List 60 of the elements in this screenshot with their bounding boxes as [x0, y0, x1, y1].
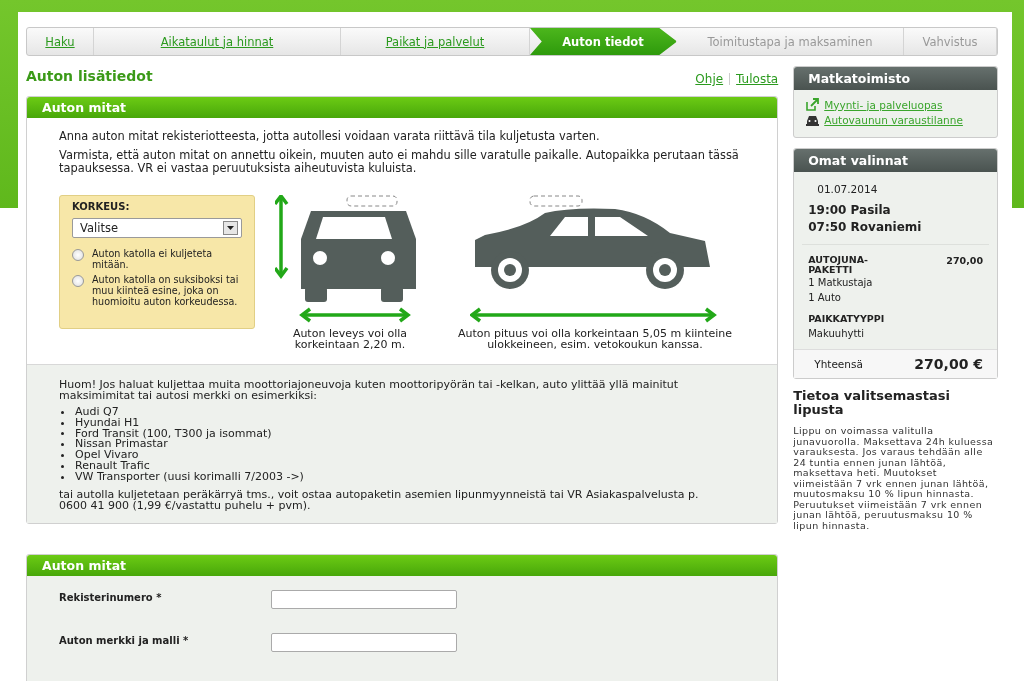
bullet-icon [61, 432, 64, 436]
list-item: Opel Vivaro [75, 450, 139, 461]
link[interactable]: Ohje [695, 72, 724, 86]
total-label: Yhteensä [814, 358, 863, 370]
paragraph: Anna auton mitat rekisteriotteesta, jotta autollesi voidaan varata riittävä tila kuljetusta varten. [59, 130, 601, 143]
paragraph: Varmista, että auton mitat on annettu oikein, muuten auto ei mahdu sille varatulle paikalle. Autopaikka perutaan tässä tapauksessa. VR ei vastaa peruutuksista aiheutuvista kuluista. [59, 149, 739, 175]
section-title: Tietoa valitsemastasi lipusta [793, 389, 951, 417]
section-heading: PAIKKATYYPPI [808, 312, 886, 326]
bullet-icon [61, 421, 64, 425]
list-item: Ford Transit (100, T300 ja isommat) [75, 428, 272, 440]
page-title: Auton lisätiedot [26, 68, 153, 84]
sidebar-title: Matkatoimisto [794, 67, 997, 90]
radio-button[interactable] [72, 249, 84, 261]
link[interactable]: Autovaunun varaustilanne [824, 113, 963, 126]
product-item: 1 Matkustaja [808, 276, 874, 290]
input-field[interactable] [271, 632, 457, 652]
height-dropdown[interactable]: Valitse [72, 218, 242, 238]
field-label: Rekisterinumero * [59, 591, 163, 603]
radio-label: Auton katolla on suksiboksi tai muu kiinteä esine, joka on huomioitu auton korkeudessa. [92, 274, 240, 307]
radio-button[interactable] [72, 275, 84, 287]
bullet-icon [61, 464, 64, 468]
external-link-icon [806, 98, 820, 111]
car-icon [806, 113, 820, 126]
list-item: Renault Trafic [75, 461, 150, 472]
radio-label: Auton katolla ei kuljeteta mitään. [92, 248, 214, 270]
sidebar-title: Omat valinnat [794, 149, 997, 172]
date-text: 01.07.2014 [816, 183, 879, 195]
paragraph: Huom! Jos haluat kuljettaa muita moottoriajoneuvoja kuten moottoripyörän tai -kelkan, auto ylittää yllä mainitut maksimimitat tai autosi merkki on esimerkiksi: [59, 379, 680, 401]
product-item: 1 Auto [808, 291, 842, 305]
bullet-icon [61, 443, 64, 447]
product-name: AUTOJUNA-PAKETTI [808, 255, 870, 275]
list-item: VW Transporter (uusi korimalli 7/2003 ->) [75, 471, 304, 483]
paragraph: Lippu on voimassa valitulla junavuorolla. Maksettava 24h kuluessa varauksesta. Jos varaus tehdään alle 24 tuntia ennen junan lähtöä, maksettava heti. Muutokset viimeistään 7 vrk ennen junan lähtöä, muutosmaksu 10 % lipun hinnasta. Peruutukset viimeistään 7 vrk ennen junan lähtöä, peruutusmaksu 10 % lipun hinnasta. [793, 426, 995, 531]
progress-step[interactable]: Haku [27, 28, 94, 55]
field-label: Auton merkki ja malli * [59, 634, 190, 646]
departure-text: 19:00 Pasila [808, 202, 892, 219]
bullet-icon [61, 410, 64, 414]
link[interactable]: Myynti- ja palveluopas [824, 98, 943, 111]
progress-step[interactable]: Paikat ja palvelut [341, 28, 530, 55]
paragraph: tai autolla kuljetetaan peräkärryä tms., voit ostaa autopaketin asemien lipunmyynneistä tai VR Asiakaspalvelusta p. 0600 41 900 (1,99 €/vastattu puhelu + pvm). [59, 488, 700, 511]
caption: Auton leveys voi olla korkeintaan 2,20 m. [291, 328, 409, 350]
arrival-text: 07:50 Rovaniemi [808, 219, 923, 236]
bullet-icon [61, 475, 64, 479]
list-item: Audi Q7 [75, 407, 119, 418]
caption: Auton pituus voi olla korkeintaan 5,05 m kiinteine ulokkeineen, esim. vetokoukun kanssa. [456, 328, 734, 350]
field-label: KORKEUS: [72, 201, 131, 212]
progress-step: Auton tiedot [530, 28, 677, 55]
bullet-icon [61, 454, 64, 458]
progress-step: Toimitustapa ja maksaminen [677, 28, 904, 55]
input-field[interactable] [271, 589, 457, 609]
link[interactable]: Tulosta [736, 72, 779, 86]
progress-step: Vahvistus [904, 28, 997, 55]
total-amount: 270,00 € [914, 356, 983, 372]
seat-type: Makuuhytti [808, 327, 865, 341]
panel-title: Auton mitat [27, 554, 778, 576]
progress-step[interactable]: Aikataulut ja hinnat [94, 28, 341, 55]
list-item: Hyundai H1 [75, 417, 140, 429]
panel-title: Auton mitat [27, 97, 778, 118]
product-price: 270,00 [946, 255, 983, 268]
list-item: Nissan Primastar [75, 439, 168, 451]
